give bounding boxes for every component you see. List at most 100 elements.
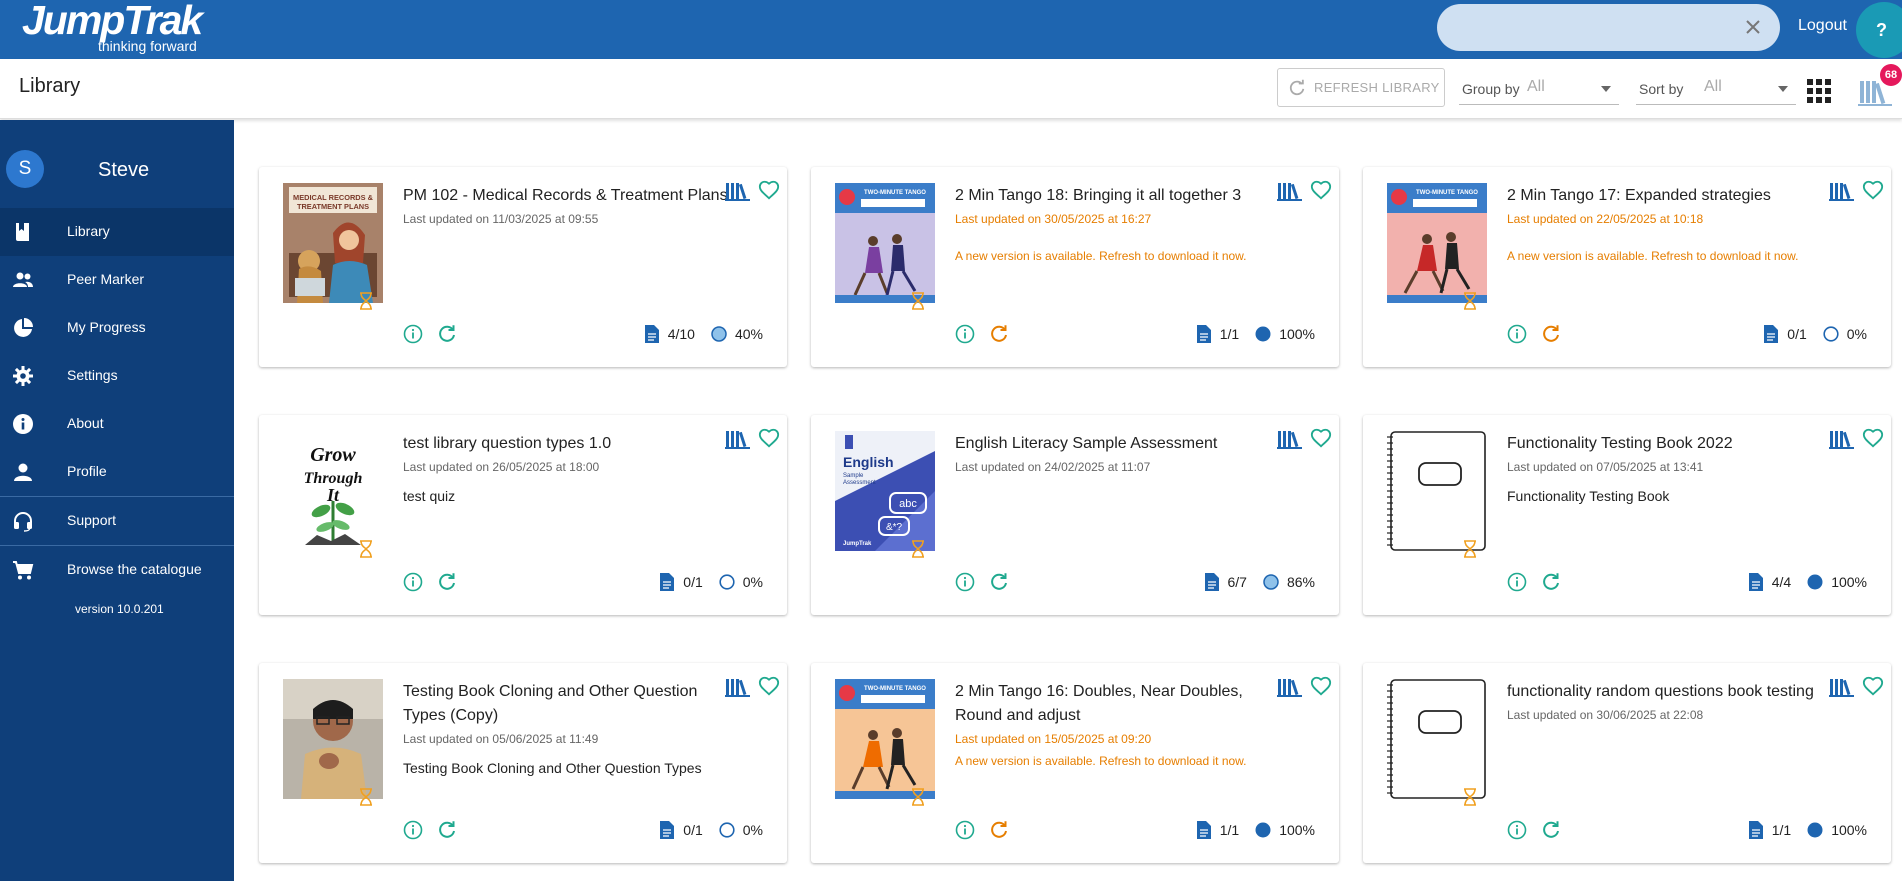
cart-icon: [13, 561, 34, 580]
favorite-icon[interactable]: [1862, 179, 1884, 201]
sidebar-item-label: Browse the catalogue: [67, 561, 202, 577]
progress-circle-icon: [719, 574, 735, 590]
book-description: Functionality Testing Book: [1507, 488, 1670, 504]
progress-percent: 100%: [1279, 822, 1315, 838]
progress-percent: 86%: [1286, 574, 1315, 590]
favorite-icon[interactable]: [758, 675, 780, 697]
sidebar-item-support[interactable]: Support: [0, 497, 234, 545]
sidebar-item-label: Profile: [67, 463, 107, 479]
book-cover[interactable]: [1387, 431, 1487, 551]
refresh-icon[interactable]: [437, 324, 457, 344]
logout-button[interactable]: Logout: [1798, 17, 1847, 35]
sidebar-item-my-progress[interactable]: My Progress: [0, 304, 234, 352]
group-by-value: All: [1527, 78, 1545, 95]
logo-tagline: thinking forward: [98, 38, 197, 54]
photo-cover: [283, 679, 383, 799]
book-card[interactable]: Functionality Testing Book 2022 Last upd…: [1363, 415, 1891, 615]
book-card[interactable]: TWO-MINUTE TANGO 2 Min Tango 17: Expande…: [1363, 167, 1891, 367]
notebook-placeholder-cover: [1387, 431, 1486, 551]
info-icon[interactable]: [955, 324, 975, 344]
book-card[interactable]: TWO-MINUTE TANGO 2 Min Tango 18: Bringin…: [811, 167, 1339, 367]
bookshelf-icon[interactable]: [1277, 429, 1302, 449]
info-icon[interactable]: [403, 820, 423, 840]
bookshelf-icon[interactable]: [1829, 181, 1854, 201]
progress-circle-icon: [1823, 326, 1839, 342]
bookshelf-icon[interactable]: [1277, 181, 1302, 201]
pages-completed: 0/1: [683, 822, 703, 838]
bookshelf-icon[interactable]: [725, 429, 750, 449]
document-icon: [1748, 821, 1763, 839]
book-cover[interactable]: TWO-MINUTE TANGO: [835, 183, 935, 303]
favorite-icon[interactable]: [1310, 179, 1332, 201]
book-title: 2 Min Tango 18: Bringing it all together…: [955, 187, 1242, 204]
bookshelf-icon[interactable]: [1829, 677, 1854, 697]
favorite-icon[interactable]: [758, 179, 780, 201]
tango-17-cover: TWO-MINUTE TANGO: [1387, 183, 1487, 303]
info-icon: [13, 414, 33, 434]
sidebar-item-profile[interactable]: Profile: [0, 448, 234, 496]
book-stats: 0/1 0%: [659, 573, 763, 591]
book-description: test quiz: [403, 488, 456, 504]
group-by-select[interactable]: Group by All: [1459, 71, 1619, 105]
refresh-icon[interactable]: [1541, 820, 1561, 840]
book-cover[interactable]: TWO-MINUTE TANGO: [1387, 183, 1487, 303]
new-version-notice: A new version is available. Refresh to d…: [1507, 249, 1799, 263]
book-cover[interactable]: Grow Through It: [283, 431, 383, 551]
sidebar-item-browse-catalogue[interactable]: Browse the catalogue: [0, 546, 234, 594]
book-title: Functionality Testing Book 2022: [1507, 435, 1733, 452]
favorite-icon[interactable]: [758, 427, 780, 449]
book-card[interactable]: TWO-MINUTE TANGO 2 Min Tango 16: Doubles…: [811, 663, 1339, 863]
bookshelf-icon[interactable]: [1277, 677, 1302, 697]
info-icon[interactable]: [1507, 324, 1527, 344]
book-card[interactable]: MEDICAL RECORDS & TREATMENT PLANS PM 102…: [259, 167, 787, 367]
book-card[interactable]: English Sample Assessment abc &*? JumpTr…: [811, 415, 1339, 615]
svg-text:Sample: Sample: [843, 473, 864, 479]
book-card[interactable]: Grow Through It test library question ty…: [259, 415, 787, 615]
pages-completed: 1/1: [1771, 822, 1792, 838]
book-cover[interactable]: English Sample Assessment abc &*? JumpTr…: [835, 431, 935, 551]
refresh-icon[interactable]: [989, 820, 1009, 840]
bookshelf-icon[interactable]: [725, 677, 750, 697]
bookshelf-icon[interactable]: [725, 181, 750, 201]
progress-percent: 100%: [1831, 574, 1867, 590]
book-cover[interactable]: MEDICAL RECORDS & TREATMENT PLANS: [283, 183, 383, 303]
favorite-icon[interactable]: [1310, 675, 1332, 697]
refresh-icon[interactable]: [1541, 572, 1561, 592]
info-icon[interactable]: [1507, 572, 1527, 592]
bookshelf-icon[interactable]: [1829, 429, 1854, 449]
info-icon[interactable]: [1507, 820, 1527, 840]
sidebar-item-library[interactable]: Library: [0, 208, 234, 256]
refresh-icon[interactable]: [989, 324, 1009, 344]
refresh-icon[interactable]: [1541, 324, 1561, 344]
sidebar-item-label: Peer Marker: [67, 271, 145, 287]
favorite-icon[interactable]: [1310, 427, 1332, 449]
favorite-icon[interactable]: [1862, 675, 1884, 697]
pages-completed: 1/1: [1219, 822, 1240, 838]
book-card[interactable]: functionality random questions book test…: [1363, 663, 1891, 863]
grid-view-icon[interactable]: [1807, 79, 1831, 103]
refresh-icon[interactable]: [989, 572, 1009, 592]
favorite-icon[interactable]: [1862, 427, 1884, 449]
info-icon[interactable]: [955, 820, 975, 840]
info-icon[interactable]: [403, 324, 423, 344]
search-input[interactable]: [1457, 14, 1727, 41]
refresh-library-button[interactable]: REFRESH LIBRARY: [1277, 68, 1445, 107]
book-cover[interactable]: [1387, 679, 1487, 799]
sort-by-select[interactable]: Sort by All: [1636, 71, 1796, 105]
refresh-icon[interactable]: [437, 572, 457, 592]
hourglass-icon: [1464, 788, 1476, 806]
jumptrak-logo[interactable]: JumpTrak thinking forward: [20, 0, 203, 58]
svg-text:English: English: [843, 454, 894, 470]
info-icon[interactable]: [955, 572, 975, 592]
user-name: Steve: [98, 159, 150, 181]
book-cover[interactable]: [283, 679, 383, 799]
help-button[interactable]: ?: [1856, 2, 1902, 58]
info-icon[interactable]: [403, 572, 423, 592]
book-cover[interactable]: TWO-MINUTE TANGO: [835, 679, 935, 799]
refresh-icon[interactable]: [437, 820, 457, 840]
book-card[interactable]: Testing Book Cloning and Other Question …: [259, 663, 787, 863]
sidebar-item-about[interactable]: About: [0, 400, 234, 448]
close-icon[interactable]: [1742, 16, 1764, 38]
sidebar-item-settings[interactable]: Settings: [0, 352, 234, 400]
sidebar-item-peer-marker[interactable]: Peer Marker: [0, 256, 234, 304]
